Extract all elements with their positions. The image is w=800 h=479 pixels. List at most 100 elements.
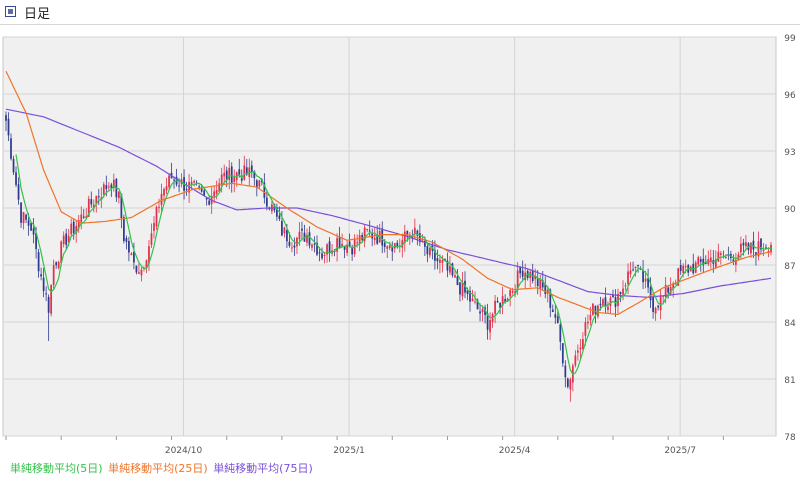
candle-body [173, 179, 175, 181]
candle-body [762, 249, 765, 251]
plot-area [2, 36, 777, 437]
candle-body [10, 138, 12, 159]
candle-body [566, 378, 569, 387]
candle-body [619, 291, 622, 294]
candle-body [193, 180, 195, 183]
candle-body [57, 262, 60, 268]
candle-body [37, 252, 40, 272]
candle-body [213, 191, 216, 197]
candle-body [667, 287, 670, 293]
candle-body [481, 309, 484, 313]
candle-body [373, 237, 376, 241]
candle-body [323, 254, 326, 256]
candle-body [536, 278, 539, 287]
y-tick-label: 81 [784, 376, 795, 386]
chart-header: 日足 [0, 0, 800, 25]
candle-body [624, 285, 627, 287]
candle-body [40, 274, 42, 277]
candle-body [140, 269, 143, 276]
candle-body [70, 223, 73, 235]
candle-body [634, 266, 637, 269]
candle-body [117, 191, 120, 199]
candle-body [569, 379, 572, 390]
candle-body [521, 270, 524, 277]
candle-body [471, 298, 474, 302]
candle-body [90, 199, 93, 205]
candle-body [293, 245, 296, 248]
candle-body [55, 262, 58, 266]
candle-body [163, 189, 165, 196]
candle-body [494, 300, 496, 314]
candle-body [313, 243, 316, 245]
candle-body [208, 200, 211, 205]
candle-body [265, 197, 268, 207]
candle-body [105, 185, 108, 190]
candle-body [461, 282, 464, 297]
candle-body [649, 287, 652, 301]
y-tick-label: 84 [784, 319, 796, 329]
candle-body [155, 206, 158, 227]
candle-body [50, 284, 53, 314]
candle-body [281, 221, 283, 236]
y-tick-label: 78 [784, 433, 796, 443]
candle-body [215, 190, 218, 194]
candle-body [198, 186, 201, 188]
candle-body [291, 247, 293, 249]
candle-body [559, 324, 562, 342]
candle-body [576, 350, 579, 353]
candle-body [125, 238, 128, 242]
candle-body [449, 266, 451, 273]
candle-body [368, 230, 371, 232]
candle-body [258, 180, 261, 187]
legend-ma25: 単純移動平均(25日) [108, 462, 208, 475]
candle-body [474, 301, 476, 303]
candle-body [589, 314, 592, 321]
candle-body [123, 217, 125, 242]
candle-body [717, 251, 720, 262]
candle-body [45, 293, 48, 295]
candle-body [594, 305, 597, 315]
candle-body [158, 206, 160, 208]
candle-body [42, 277, 45, 292]
candle-body [278, 215, 281, 219]
candle-body [388, 245, 391, 249]
candle-body [286, 230, 288, 242]
candle-body [243, 165, 246, 180]
candle-body [153, 223, 155, 231]
candle-body [574, 355, 577, 366]
candle-body [561, 343, 564, 364]
candle-body [697, 257, 700, 265]
candle-body [250, 165, 253, 173]
candle-body [328, 241, 331, 254]
candle-body [622, 288, 624, 295]
candle-body [587, 321, 589, 324]
candle-body [102, 184, 105, 195]
candle-body [15, 172, 17, 185]
candle-body [185, 189, 188, 191]
candle-body [679, 265, 682, 272]
x-tick-label: 2025/4 [499, 446, 531, 456]
y-tick-label: 87 [784, 262, 795, 272]
candle-body [724, 256, 727, 258]
candle-body [509, 290, 512, 297]
candle-body [97, 196, 100, 198]
legend-ma75: 単純移動平均(75日) [213, 462, 313, 475]
candle-body [318, 252, 321, 254]
candle-body [381, 228, 384, 246]
candle-body [5, 115, 7, 121]
candle-body [564, 365, 567, 378]
candle-body [642, 270, 644, 283]
candle-body [551, 309, 554, 312]
candle-body [479, 311, 481, 314]
chart-window-icon[interactable] [5, 6, 16, 17]
candle-body [321, 253, 323, 259]
candle-body [740, 243, 742, 253]
candle-body [684, 266, 687, 268]
candle-body [128, 240, 130, 253]
candle-body [489, 319, 491, 333]
y-tick-label: 90 [784, 205, 796, 215]
candle-body [627, 271, 629, 285]
legend: 単純移動平均(5日) 単純移動平均(25日) 単純移動平均(75日) [10, 460, 315, 476]
candle-body [288, 241, 291, 246]
candle-body [632, 269, 634, 271]
